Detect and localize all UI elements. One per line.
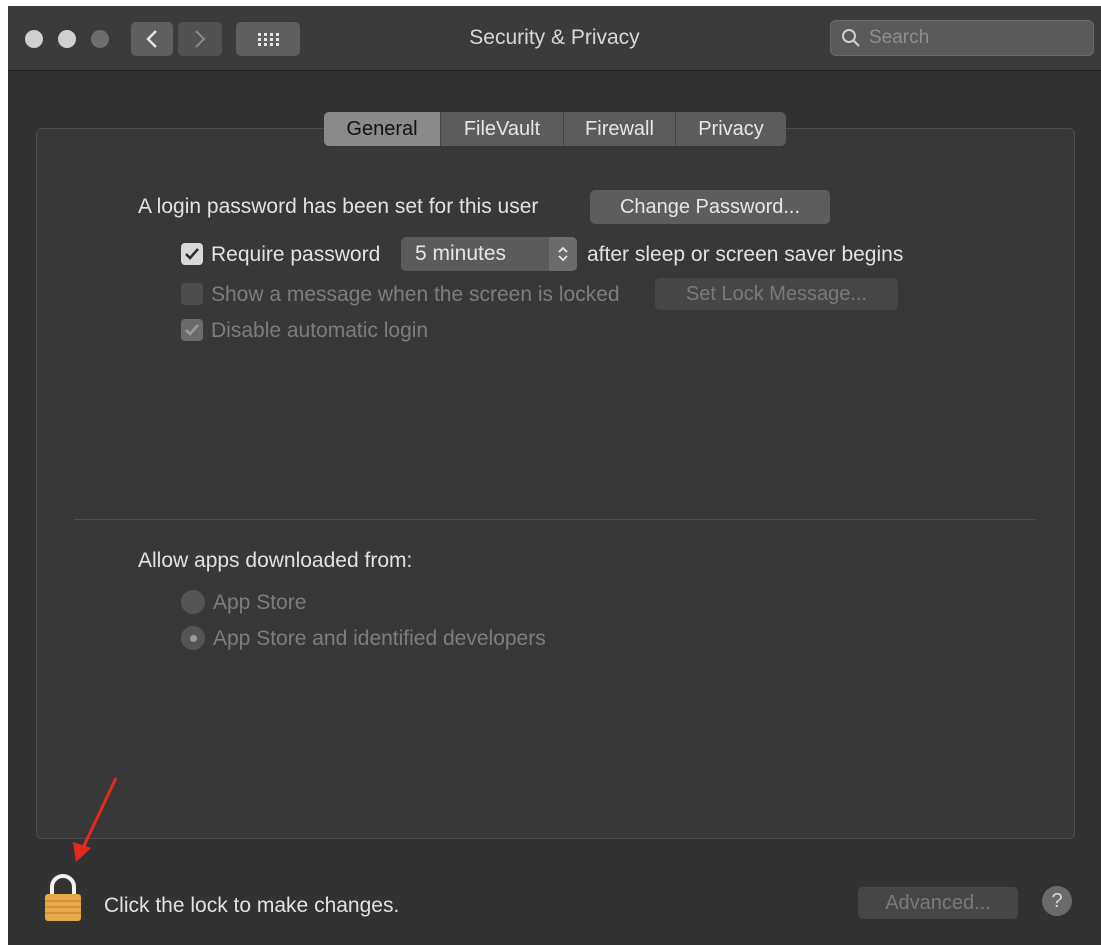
- show-message-checkbox[interactable]: [181, 283, 203, 305]
- checkmark-icon: [185, 324, 199, 336]
- general-panel: [36, 128, 1075, 839]
- login-password-text: A login password has been set for this u…: [138, 195, 539, 218]
- checkmark-icon: [185, 248, 199, 260]
- set-lock-message-button[interactable]: Set Lock Message...: [655, 278, 898, 310]
- search-icon: [842, 29, 860, 47]
- radio-selected-dot: [189, 634, 197, 642]
- title-bar: Security & Privacy: [8, 6, 1101, 71]
- preferences-window: Security & Privacy General FileVault Fir…: [8, 6, 1101, 945]
- red-arrow-annotation: [73, 777, 118, 862]
- after-sleep-text: after sleep or screen saver begins: [587, 243, 904, 266]
- section-divider: [74, 519, 1036, 520]
- require-password-label: Require password: [211, 243, 381, 266]
- require-password-delay-value: 5 minutes: [415, 242, 507, 265]
- tab-privacy[interactable]: Privacy: [675, 112, 786, 146]
- tab-general[interactable]: General: [324, 112, 440, 146]
- tab-bar: General FileVault Firewall Privacy: [324, 112, 786, 146]
- show-message-label: Show a message when the screen is locked: [211, 283, 620, 306]
- radio-app-store-label: App Store: [213, 591, 307, 614]
- radio-app-store-identified[interactable]: [181, 626, 205, 650]
- advanced-button[interactable]: Advanced...: [858, 887, 1018, 919]
- lock-hint-text: Click the lock to make changes.: [104, 894, 400, 917]
- tab-firewall[interactable]: Firewall: [563, 112, 675, 146]
- radio-app-store[interactable]: [181, 590, 205, 614]
- help-button[interactable]: ?: [1042, 886, 1072, 916]
- allow-apps-heading: Allow apps downloaded from:: [138, 549, 413, 572]
- require-password-checkbox[interactable]: [181, 243, 203, 265]
- search-input[interactable]: [867, 26, 1071, 50]
- tab-filevault[interactable]: FileVault: [440, 112, 563, 146]
- disable-auto-login-label: Disable automatic login: [211, 319, 429, 342]
- search-field[interactable]: [830, 20, 1094, 56]
- lock-icon[interactable]: [42, 874, 84, 924]
- require-password-delay-select[interactable]: 5 minutes: [401, 237, 577, 271]
- disable-auto-login-checkbox[interactable]: [181, 319, 203, 341]
- stepper-arrows-icon: [549, 237, 577, 271]
- radio-app-store-identified-label: App Store and identified developers: [213, 627, 546, 650]
- change-password-button[interactable]: Change Password...: [590, 190, 830, 224]
